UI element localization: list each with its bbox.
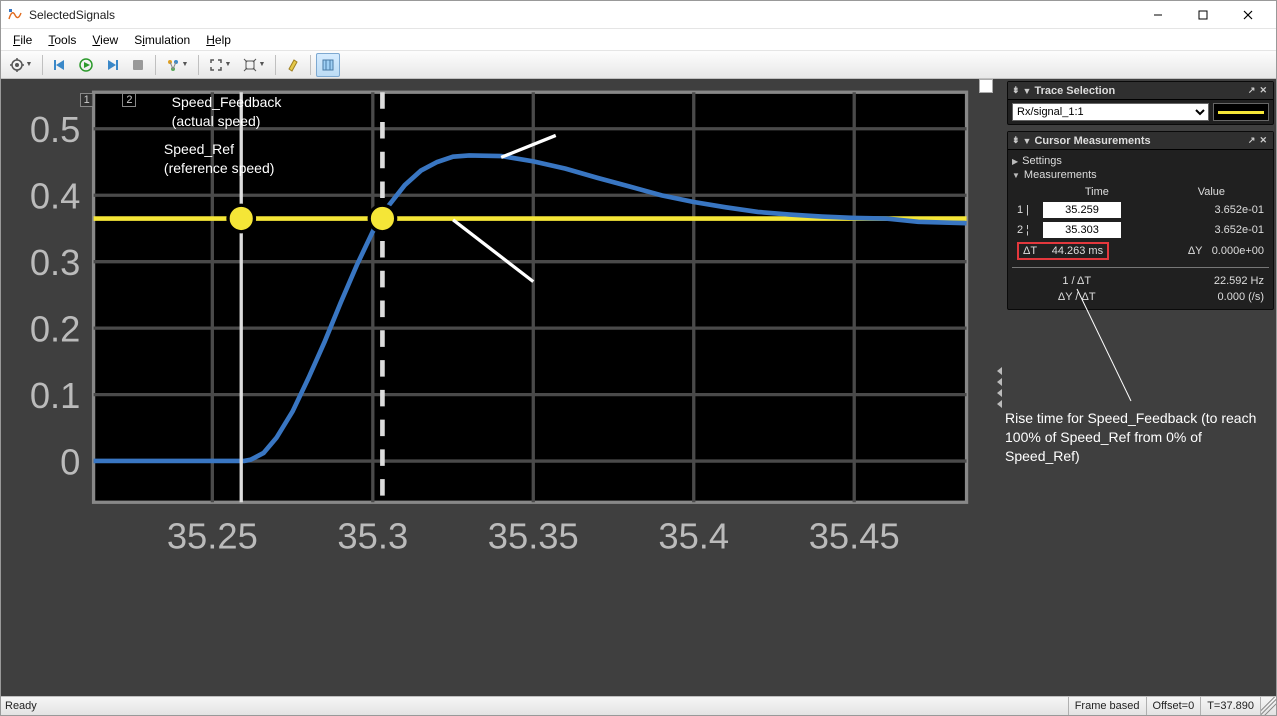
status-bar: Ready Frame based Offset=0 T=37.890 xyxy=(1,696,1276,715)
panel-close-icon[interactable]: ✕ xyxy=(1259,135,1267,146)
signal-icon xyxy=(166,58,180,72)
svg-text:0: 0 xyxy=(60,441,80,482)
scope-plot[interactable]: 0 0.1 0.2 0.3 0.4 0.5 35.25 35.3 35.35 35.4 35.45 xyxy=(1,79,993,575)
settings-button[interactable]: ▼ xyxy=(5,53,37,77)
step-forward-icon xyxy=(105,58,119,72)
svg-text:35.35: 35.35 xyxy=(488,516,579,557)
svg-text:35.45: 35.45 xyxy=(809,516,900,557)
status-time: T=37.890 xyxy=(1200,697,1260,715)
cursor-measure-button[interactable] xyxy=(316,53,340,77)
plot-area[interactable]: 00.10.20.30.40.535.2535.335.3535.435.45 … xyxy=(1,79,993,696)
svg-text:0.3: 0.3 xyxy=(30,242,81,283)
menu-simulation[interactable]: Simulation xyxy=(126,31,198,49)
svg-text:0.4: 0.4 xyxy=(30,175,81,216)
svg-text:0.5: 0.5 xyxy=(30,109,81,150)
status-offset: Offset=0 xyxy=(1146,697,1201,715)
svg-text:0.1: 0.1 xyxy=(30,375,81,416)
minimize-button[interactable] xyxy=(1135,1,1180,29)
highlight-button[interactable] xyxy=(281,53,305,77)
undock-icon[interactable]: ↗ xyxy=(1248,135,1256,146)
cursor-1-time-input[interactable] xyxy=(1043,202,1121,218)
zoom-box-button[interactable]: ▼ xyxy=(204,53,236,77)
menu-help[interactable]: Help xyxy=(198,31,239,49)
marker-icon xyxy=(286,58,300,72)
measurements-section[interactable]: ▼Measurements xyxy=(1012,169,1269,181)
collapse-icon[interactable]: ▼ xyxy=(1023,86,1032,96)
resize-grip[interactable] xyxy=(1260,697,1276,715)
step-back-button[interactable] xyxy=(48,53,72,77)
separator xyxy=(155,55,156,75)
cursor-2-flag[interactable]: 2 xyxy=(122,93,136,107)
svg-text:35.25: 35.25 xyxy=(167,516,258,557)
menu-view[interactable]: View xyxy=(84,31,126,49)
status-frame: Frame based xyxy=(1068,697,1146,715)
pin-icon[interactable]: ⇟ xyxy=(1012,135,1020,146)
run-button[interactable] xyxy=(74,53,98,77)
stop-icon xyxy=(131,58,145,72)
svg-text:35.4: 35.4 xyxy=(658,516,729,557)
workspace: 00.10.20.30.40.535.2535.335.3535.435.45 … xyxy=(1,79,1276,696)
panel-title: Cursor Measurements xyxy=(1034,135,1245,147)
play-icon xyxy=(79,58,93,72)
menu-file[interactable]: File xyxy=(5,31,40,49)
panel-drag-handle[interactable] xyxy=(993,79,1005,696)
svg-text:0.2: 0.2 xyxy=(30,308,81,349)
autoscale-icon xyxy=(243,58,257,72)
delta-t-highlight: ΔT 44.263 ms xyxy=(1017,242,1109,260)
collapse-icon[interactable]: ▼ xyxy=(1023,136,1032,146)
pin-icon[interactable]: ⇟ xyxy=(1012,85,1020,96)
measurements-table: TimeValue 1 | 3.652e-01 2 ¦ 3.652e-01 xyxy=(1012,183,1269,263)
title-bar: SelectedSignals xyxy=(1,1,1276,29)
zoom-box-icon xyxy=(209,58,223,72)
toolbar: ▼ ▼ ▼ ▼ xyxy=(1,51,1276,79)
step-forward-button[interactable] xyxy=(100,53,124,77)
panel-close-icon[interactable]: ✕ xyxy=(1259,85,1267,96)
stop-button[interactable] xyxy=(126,53,150,77)
app-icon xyxy=(7,7,23,23)
undock-icon[interactable]: ↗ xyxy=(1248,85,1256,96)
gear-icon xyxy=(10,58,24,72)
status-ready: Ready xyxy=(1,700,1068,712)
settings-section[interactable]: ▶Settings xyxy=(1012,155,1269,167)
separator xyxy=(42,55,43,75)
autoscale-button[interactable]: ▼ xyxy=(238,53,270,77)
close-button[interactable] xyxy=(1225,1,1270,29)
menu-bar: File Tools View Simulation Help xyxy=(1,29,1276,51)
separator xyxy=(198,55,199,75)
trace-select[interactable]: Rx/signal_1:1 xyxy=(1012,103,1209,121)
svg-text:35.3: 35.3 xyxy=(337,516,408,557)
cursor-measurements-panel: ⇟ ▼ Cursor Measurements ↗ ✕ ▶Settings ▼M… xyxy=(1007,131,1274,310)
annotation-rise-time: Rise time for Speed_Feedback (to reach 1… xyxy=(1005,409,1265,466)
maximize-plot-button[interactable] xyxy=(979,79,993,93)
cursor-1-flag[interactable]: 1 xyxy=(80,93,94,107)
panel-title: Trace Selection xyxy=(1034,85,1245,97)
trace-color-swatch xyxy=(1213,103,1269,121)
menu-tools[interactable]: Tools xyxy=(40,31,84,49)
window-title: SelectedSignals xyxy=(29,8,115,22)
step-back-icon xyxy=(53,58,67,72)
cursor-2-time-input[interactable] xyxy=(1043,222,1121,238)
separator xyxy=(310,55,311,75)
cursor-measure-icon xyxy=(321,58,335,72)
separator xyxy=(275,55,276,75)
side-panels: ⇟ ▼ Trace Selection ↗ ✕ Rx/signal_1:1 ⇟ … xyxy=(1005,79,1276,696)
signal-selector-button[interactable]: ▼ xyxy=(161,53,193,77)
maximize-button[interactable] xyxy=(1180,1,1225,29)
trace-selection-panel: ⇟ ▼ Trace Selection ↗ ✕ Rx/signal_1:1 xyxy=(1007,81,1274,125)
